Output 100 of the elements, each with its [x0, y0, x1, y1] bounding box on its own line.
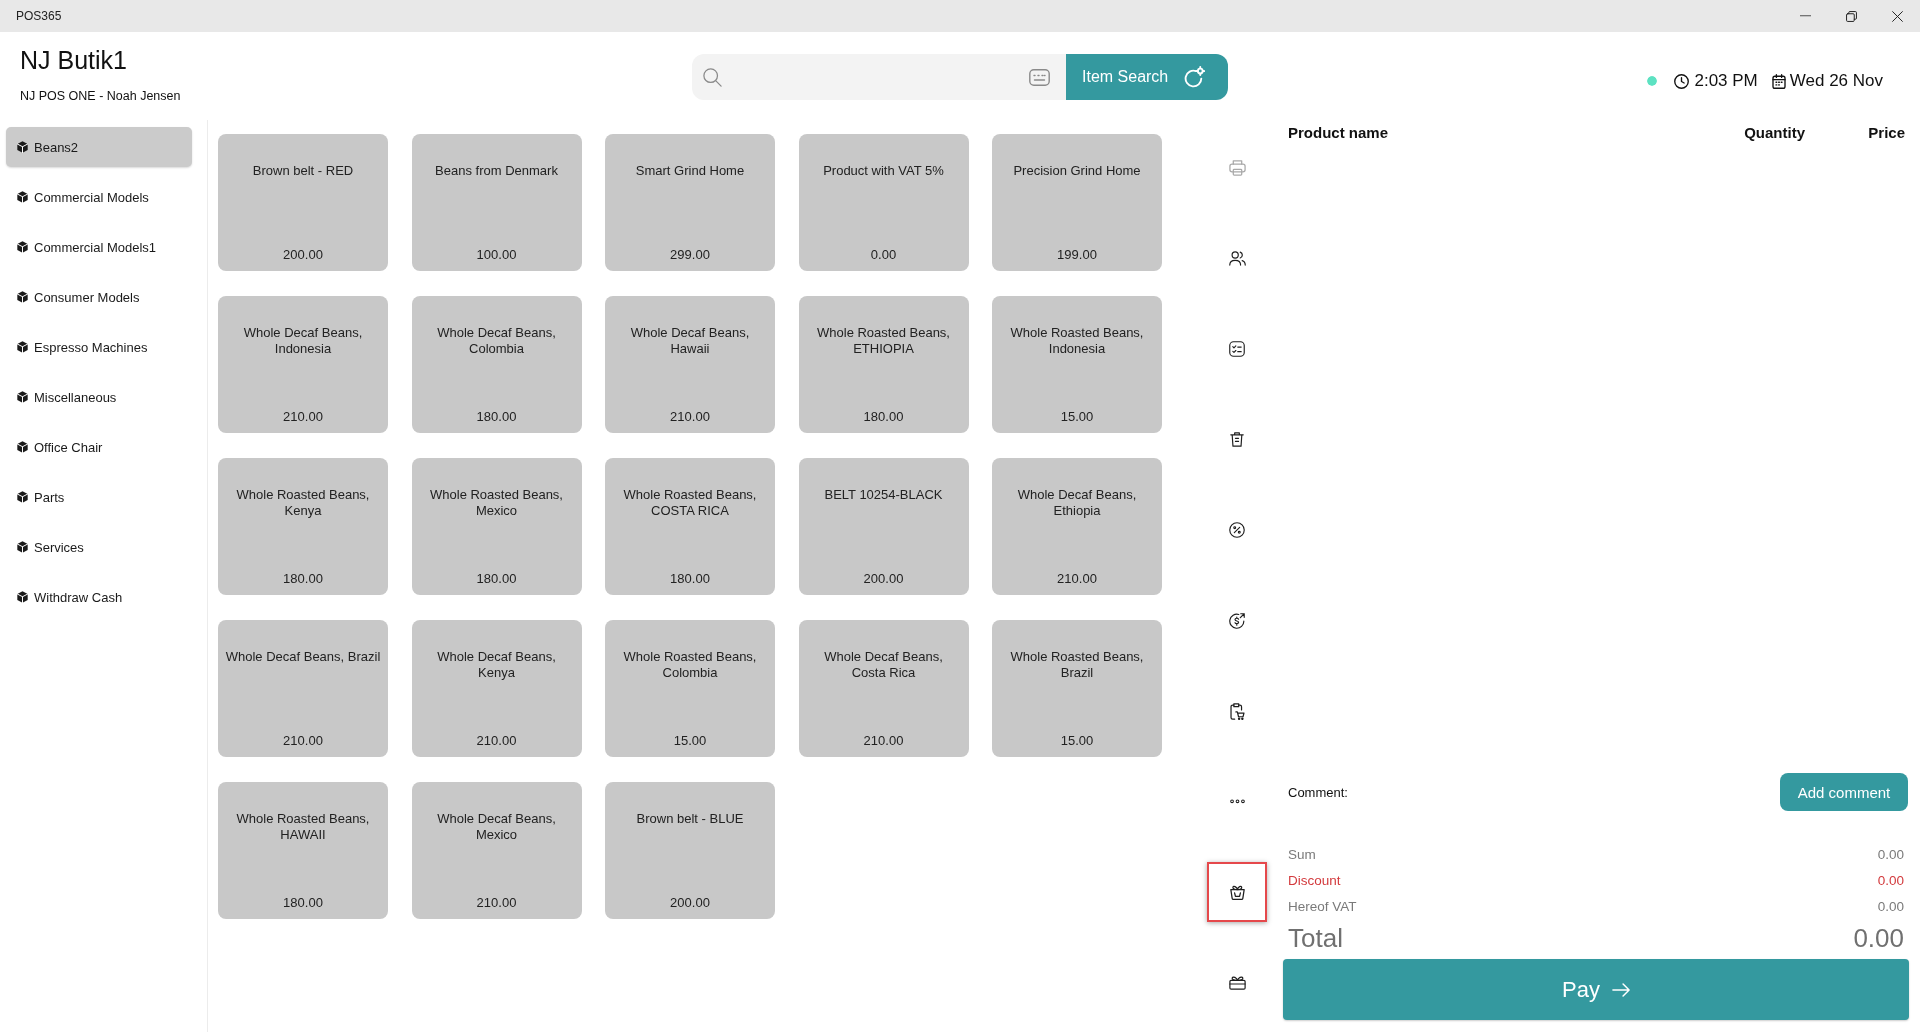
product-price: 210.00: [476, 895, 517, 911]
category-item[interactable]: Beans2: [6, 127, 192, 167]
product-name: Brown belt - RED: [252, 163, 354, 179]
product-name: Whole Roasted Beans, COSTA RICA: [622, 487, 758, 519]
product-card[interactable]: Whole Roasted Beans, Brazil 15.00: [992, 620, 1162, 757]
cube-icon: [17, 491, 28, 503]
product-card[interactable]: Whole Roasted Beans, Kenya 180.00: [218, 458, 388, 595]
product-card[interactable]: Precision Grind Home 199.00: [992, 134, 1162, 271]
product-name: Whole Decaf Beans, Costa Rica: [823, 649, 944, 681]
restore-icon: [1845, 10, 1857, 22]
product-card[interactable]: Brown belt - RED 200.00: [218, 134, 388, 271]
store-name: NJ Butik1: [20, 45, 127, 75]
category-item[interactable]: Commercial Models1: [6, 227, 192, 267]
product-price: 15.00: [1060, 409, 1094, 425]
product-name: Product with VAT 5%: [823, 163, 944, 179]
product-name: Whole Roasted Beans, Kenya: [235, 487, 371, 519]
product-name: Whole Decaf Beans, Mexico: [436, 811, 557, 843]
product-card[interactable]: Whole Decaf Beans, Ethiopia 210.00: [992, 458, 1162, 595]
column-header: Price: [1868, 123, 1905, 141]
product-card[interactable]: Smart Grind Home 299.00: [605, 134, 775, 271]
category-item[interactable]: Office Chair: [6, 427, 192, 467]
product-name: Whole Roasted Beans, Colombia: [622, 649, 758, 681]
cube-icon: [17, 441, 28, 453]
product-price: 200.00: [283, 247, 323, 263]
category-item[interactable]: Withdraw Cash: [6, 577, 192, 617]
product-card[interactable]: BELT 10254-BLACK 200.00: [798, 458, 969, 595]
product-card[interactable]: Whole Decaf Beans, Mexico 210.00: [411, 782, 582, 919]
keyboard-icon: [1029, 68, 1050, 86]
product-name: Smart Grind Home: [635, 163, 745, 179]
product-card[interactable]: Whole Roasted Beans, Mexico 180.00: [411, 458, 582, 595]
product-price: 199.00: [1057, 247, 1097, 263]
product-name: Whole Decaf Beans, Ethiopia: [1016, 487, 1138, 519]
product-price: 210.00: [476, 733, 517, 749]
product-name: Beans from Denmark: [435, 163, 558, 179]
product-card[interactable]: Beans from Denmark 100.00: [411, 134, 582, 271]
minimize-icon: [1799, 15, 1811, 17]
calendar-icon: [1771, 73, 1786, 89]
product-card[interactable]: Whole Decaf Beans, Brazil 210.00: [218, 620, 388, 757]
cube-icon: [17, 141, 28, 153]
product-card[interactable]: Whole Roasted Beans, Indonesia 15.00: [992, 296, 1162, 433]
category-item[interactable]: Miscellaneous: [6, 377, 192, 417]
product-price: 299.00: [670, 247, 710, 263]
product-card[interactable]: Whole Roasted Beans, Colombia 15.00: [605, 620, 775, 757]
product-price: 100.00: [476, 247, 517, 263]
product-card[interactable]: Whole Roasted Beans, ETHIOPIA 180.00: [798, 296, 969, 433]
product-price: 200.00: [863, 571, 904, 587]
product-name: Precision Grind Home: [1013, 163, 1141, 179]
cube-icon: [17, 241, 28, 253]
total-value: 0.00: [1853, 922, 1904, 954]
product-name: Whole Roasted Beans, HAWAII: [235, 811, 371, 843]
date-text: Wed 26 Nov: [1789, 71, 1883, 91]
product-price: 180.00: [476, 409, 517, 425]
category-item[interactable]: Espresso Machines: [6, 327, 192, 367]
product-card[interactable]: Whole Roasted Beans, HAWAII 180.00: [218, 782, 388, 919]
product-price: 180.00: [283, 895, 323, 911]
cube-icon: [17, 341, 28, 353]
column-header: Quantity: [1744, 123, 1805, 141]
product-card[interactable]: Whole Decaf Beans, Indonesia 210.00: [218, 296, 388, 433]
product-card[interactable]: Product with VAT 5% 0.00: [798, 134, 969, 271]
category-item[interactable]: Consumer Models: [6, 277, 192, 317]
product-name: Whole Roasted Beans, Mexico: [429, 487, 564, 519]
search-field[interactable]: [692, 54, 1066, 100]
product-price: 180.00: [283, 571, 323, 587]
toolbar-button[interactable]: [1207, 862, 1267, 922]
product-card[interactable]: Brown belt - BLUE 200.00: [605, 782, 775, 919]
product-card[interactable]: Whole Decaf Beans, Kenya 210.00: [411, 620, 582, 757]
total-label: Total: [1288, 922, 1343, 954]
product-price: 210.00: [863, 733, 904, 749]
cube-icon: [17, 591, 28, 603]
summary-value: 0.00: [1877, 898, 1904, 914]
product-name: Whole Decaf Beans, Colombia: [436, 325, 557, 357]
comment-label: Comment:: [1288, 784, 1348, 800]
product-name: Whole Decaf Beans, Brazil: [225, 649, 381, 665]
window-title: POS365: [15, 9, 62, 23]
summary-value: 0.00: [1877, 872, 1904, 888]
product-price: 0.00: [870, 247, 897, 263]
product-price: 210.00: [1057, 571, 1097, 587]
cube-icon: [17, 291, 28, 303]
product-price: 210.00: [670, 409, 710, 425]
category-item[interactable]: Commercial Models: [6, 177, 192, 217]
product-name: Whole Roasted Beans, ETHIOPIA: [816, 325, 951, 357]
cube-icon: [17, 191, 28, 203]
column-header: Product name: [1288, 123, 1389, 141]
product-price: 15.00: [1060, 733, 1094, 749]
product-price: 15.00: [673, 733, 707, 749]
product-card[interactable]: Whole Roasted Beans, COSTA RICA 180.00: [605, 458, 775, 595]
product-price: 180.00: [670, 571, 710, 587]
product-name: Whole Roasted Beans, Brazil: [1009, 649, 1145, 681]
arrow-right-icon: [1611, 982, 1630, 997]
product-card[interactable]: Whole Decaf Beans, Hawaii 210.00: [605, 296, 775, 433]
product-price: 210.00: [283, 409, 323, 425]
product-card[interactable]: Whole Decaf Beans, Colombia 180.00: [411, 296, 582, 433]
category-item[interactable]: Services: [6, 527, 192, 567]
register-name: NJ POS ONE - Noah Jensen: [20, 89, 181, 104]
summary-label: Discount: [1288, 872, 1341, 888]
category-item[interactable]: Parts: [6, 477, 192, 517]
refresh-gear-icon: [1184, 66, 1206, 88]
product-card[interactable]: Whole Decaf Beans, Costa Rica 210.00: [798, 620, 969, 757]
product-price: 210.00: [283, 733, 323, 749]
product-price: 180.00: [476, 571, 517, 587]
